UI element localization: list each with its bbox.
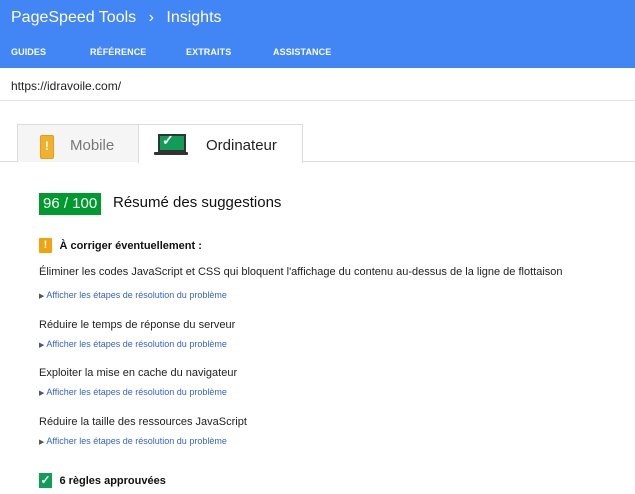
score-badge: 96 / 100 [39,193,102,215]
expand-arrow-icon: ▶ [39,439,45,446]
expand-arrow-icon: ▶ [39,342,45,349]
passed-rules-heading: ✓ 6 règles approuvées [39,472,166,489]
monitor-base [154,152,188,155]
breadcrumb-pagespeed-tools[interactable]: PageSpeed Tools [11,9,136,27]
url-bar[interactable]: https://idravoile.com/ [0,68,635,101]
breadcrumb-separator: › [148,9,154,26]
rule-fix-link-label[interactable]: Afficher les étapes de résolution du pro… [46,387,226,397]
nav-extraits[interactable]: EXTRAITS [186,47,231,57]
tab-desktop[interactable]: ✓ Ordinateur [138,124,303,163]
tab-mobile-label: Mobile [70,137,115,154]
tab-desktop-label: Ordinateur [206,137,277,154]
check-icon: ✓ [39,473,52,489]
rule-fix-link-label[interactable]: Afficher les étapes de résolution du pro… [46,290,226,300]
rule-fix-link[interactable]: ▶ Afficher les étapes de résolution du pr… [39,387,227,397]
mobile-phone-icon: ! [40,135,54,159]
rule-fix-link-label[interactable]: Afficher les étapes de résolution du pro… [46,436,226,446]
desktop-monitor-icon: ✓ [158,132,186,152]
rule-fix-link[interactable]: ▶ Afficher les étapes de résolution du pr… [39,290,227,300]
rule-fix-link[interactable]: ▶ Afficher les étapes de résolution du pr… [39,436,227,446]
nav-guides[interactable]: GUIDES [11,47,46,57]
top-header: PageSpeed Tools › Insights GUIDES RÉFÉRE… [0,0,635,68]
warning-title: À corriger éventuellement : [59,239,202,252]
device-tabs: ! Mobile ✓ Ordinateur [0,124,635,163]
breadcrumb-insights[interactable]: Insights [166,9,221,27]
passed-rules-label[interactable]: 6 règles approuvées [59,475,165,487]
rule-title: Réduire le temps de réponse du serveur [39,319,236,331]
warning-icon: ! [39,238,52,254]
expand-arrow-icon: ▶ [39,390,45,397]
expand-arrow-icon: ▶ [39,293,45,300]
rule-fix-link[interactable]: ▶ Afficher les étapes de résolution du pr… [39,339,227,349]
summary-title: Résumé des suggestions [113,194,282,211]
rule-fix-link-label[interactable]: Afficher les étapes de résolution du pro… [46,339,226,349]
rule-title: Réduire la taille des ressources JavaScr… [39,416,247,428]
rule-title: Éliminer les codes JavaScript et CSS qui… [39,266,563,278]
url-input[interactable]: https://idravoile.com/ [11,79,121,93]
nav-reference[interactable]: RÉFÉRENCE [90,47,146,57]
tab-mobile[interactable]: ! Mobile [17,124,140,162]
nav-assistance[interactable]: ASSISTANCE [273,47,331,57]
rule-title: Exploiter la mise en cache du navigateur [39,367,238,379]
warning-heading: ! À corriger éventuellement : [39,237,202,254]
breadcrumb: PageSpeed Tools › Insights [11,9,222,27]
